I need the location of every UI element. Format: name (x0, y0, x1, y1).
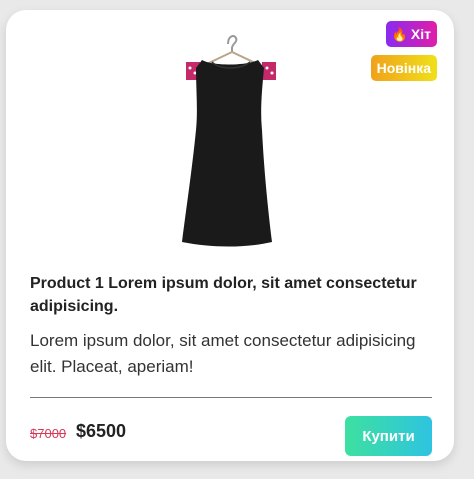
hit-badge: 🔥 Хіт (385, 21, 437, 47)
old-price: $7000 (30, 426, 67, 441)
product-title[interactable]: Product 1 Lorem ipsum dolor, sit amet co… (30, 272, 430, 318)
divider (30, 397, 432, 398)
product-description: Lorem ipsum dolor, sit amet consectetur … (30, 331, 416, 376)
hit-badge-label: Хіт (410, 26, 431, 42)
fire-icon: 🔥 (391, 27, 408, 42)
product-card: 🔥 Хіт Новінка Product 1 Lorem ipsum dolor… (6, 10, 454, 461)
buy-button[interactable]: Купити (345, 416, 432, 456)
new-badge-label: Новінка (376, 60, 431, 76)
badge-stack: 🔥 Хіт Новінка (370, 21, 437, 81)
new-badge: Новінка (370, 55, 437, 81)
new-price: $6500 (76, 421, 127, 441)
